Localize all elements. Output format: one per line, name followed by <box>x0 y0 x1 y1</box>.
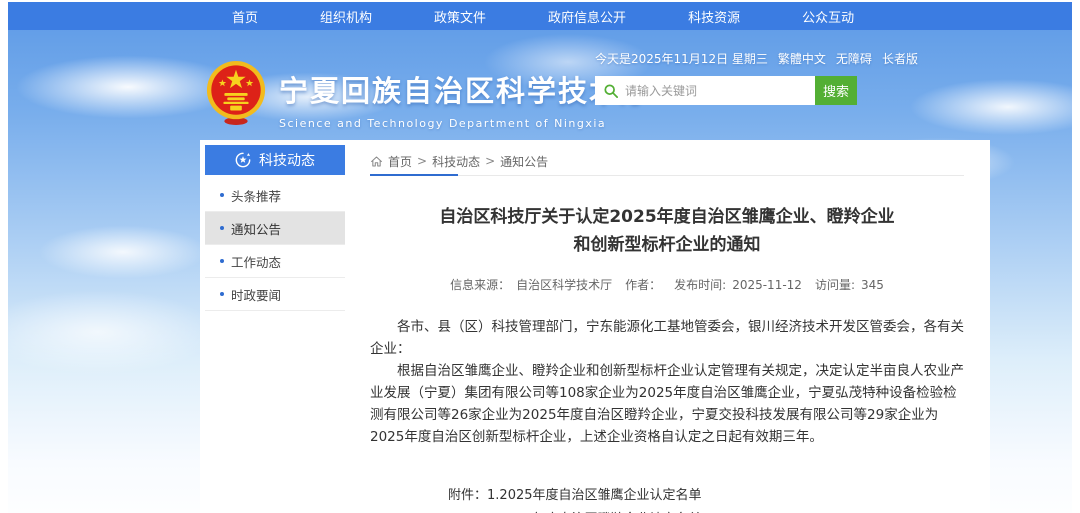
nav-item-policy[interactable]: 政策文件 <box>434 7 486 26</box>
sidebar-item-headlines[interactable]: 头条推荐 <box>205 179 345 212</box>
meta-source: 自治区科学技术厅 <box>516 278 612 292</box>
main-area: 首页 > 科技动态 > 通知公告 自治区科技厅关于认定2025年度自治区雏鹰企业… <box>352 140 990 513</box>
national-emblem-icon <box>205 60 267 126</box>
sidebar-list: 头条推荐 通知公告 工作动态 时政要闻 <box>205 179 352 311</box>
search-box <box>595 76 815 105</box>
site-brand[interactable]: 宁夏回族自治区科学技术厅 Science and Technology Depa… <box>205 60 651 130</box>
nav-item-interaction[interactable]: 公众互动 <box>802 7 854 26</box>
sidebar-item-label: 工作动态 <box>231 252 281 271</box>
bullet-dot-icon <box>220 226 224 230</box>
article-paragraph: 各市、县（区）科技管理部门，宁东能源化工基地管委会，银川经济技术开发区管委会，各… <box>370 316 964 360</box>
bullet-dot-icon <box>220 292 224 296</box>
article-meta: 信息来源： 自治区科学技术厅作者： 发布时间: 2025-11-12 访问量: 345 <box>370 276 964 293</box>
content-panel: 科技动态 头条推荐 通知公告 工作动态 时政要闻 <box>200 140 990 513</box>
sidebar-title: 科技动态 <box>259 150 315 170</box>
breadcrumb: 首页 > 科技动态 > 通知公告 <box>370 150 964 172</box>
header-right: 今天是2025年11月12日 星期三 繁體中文 无障碍 长者版 搜索 <box>595 50 871 105</box>
breadcrumb-section[interactable]: 科技动态 <box>432 153 480 170</box>
header-meta-row: 今天是2025年11月12日 星期三 繁體中文 无障碍 长者版 <box>595 50 871 67</box>
current-date: 今天是2025年11月12日 星期三 <box>595 50 768 67</box>
meta-author-label: 作者： <box>625 278 661 292</box>
sidebar-item-label: 头条推荐 <box>231 186 281 205</box>
article-body: 各市、县（区）科技管理部门，宁东能源化工基地管委会，银川经济技术开发区管委会，各… <box>370 316 964 448</box>
nav-item-home[interactable]: 首页 <box>232 7 258 26</box>
article-paragraph: 根据自治区雏鹰企业、瞪羚企业和创新型标杆企业认定管理有关规定，决定认定半亩良人农… <box>370 360 964 448</box>
breadcrumb-home[interactable]: 首页 <box>388 153 412 170</box>
page: 首页 组织机构 政策文件 政府信息公开 科技资源 公众互动 宁夏回族自治区科学技… <box>0 0 1080 513</box>
site-subtitle: Science and Technology Department of Nin… <box>279 117 651 130</box>
meta-source-label: 信息来源： <box>450 278 510 292</box>
meta-views: 345 <box>861 278 884 292</box>
star-circle-icon <box>235 152 251 168</box>
meta-publish-date: 2025-11-12 <box>732 278 802 292</box>
search-icon <box>604 84 618 98</box>
search-input[interactable] <box>625 84 806 98</box>
breadcrumb-separator: > <box>417 154 427 168</box>
sidebar-item-political-news[interactable]: 时政要闻 <box>205 278 345 311</box>
sidebar-item-label: 时政要闻 <box>231 285 281 304</box>
breadcrumb-separator: > <box>485 154 495 168</box>
meta-publish-label: 发布时间: <box>674 278 726 292</box>
link-elder-version[interactable]: 长者版 <box>882 50 918 67</box>
nav-item-gov-info[interactable]: 政府信息公开 <box>548 7 626 26</box>
attachment-link-1[interactable]: 1.2025年度自治区雏鹰企业认定名单 <box>487 484 741 508</box>
breadcrumb-rule <box>370 175 964 176</box>
attachments-label: 附件： <box>448 484 487 513</box>
nav-item-resources[interactable]: 科技资源 <box>688 7 740 26</box>
top-navbar: 首页 组织机构 政策文件 政府信息公开 科技资源 公众互动 <box>8 2 1072 30</box>
sidebar: 科技动态 头条推荐 通知公告 工作动态 时政要闻 <box>200 140 352 513</box>
link-traditional-chinese[interactable]: 繁體中文 <box>778 50 826 67</box>
home-icon <box>370 155 383 168</box>
attachments-block: 附件： 1.2025年度自治区雏鹰企业认定名单 2.2025年度自治区瞪羚企业认… <box>448 484 964 513</box>
search-button[interactable]: 搜索 <box>815 76 857 105</box>
sidebar-item-notices[interactable]: 通知公告 <box>205 212 345 245</box>
article-title-line1: 自治区科技厅关于认定2025年度自治区雏鹰企业、瞪羚企业 <box>370 203 964 231</box>
sidebar-header: 科技动态 <box>205 145 345 175</box>
article-title-line2: 和创新型标杆企业的通知 <box>370 231 964 259</box>
attachments-list: 1.2025年度自治区雏鹰企业认定名单 2.2025年度自治区瞪羚企业认定名单 … <box>487 484 741 513</box>
breadcrumb-current[interactable]: 通知公告 <box>500 153 548 170</box>
quick-links: 繁體中文 无障碍 长者版 <box>768 50 918 67</box>
nav-item-organization[interactable]: 组织机构 <box>320 7 372 26</box>
sidebar-item-work-updates[interactable]: 工作动态 <box>205 245 345 278</box>
bullet-dot-icon <box>220 259 224 263</box>
attachment-link-2[interactable]: 2.2025年度自治区瞪羚企业认定名单 <box>487 508 741 513</box>
link-accessibility[interactable]: 无障碍 <box>836 50 872 67</box>
sidebar-item-label: 通知公告 <box>231 219 281 238</box>
bullet-dot-icon <box>220 193 224 197</box>
meta-views-label: 访问量: <box>815 278 855 292</box>
article-title: 自治区科技厅关于认定2025年度自治区雏鹰企业、瞪羚企业 和创新型标杆企业的通知 <box>370 203 964 259</box>
search-bar: 搜索 <box>595 76 857 105</box>
